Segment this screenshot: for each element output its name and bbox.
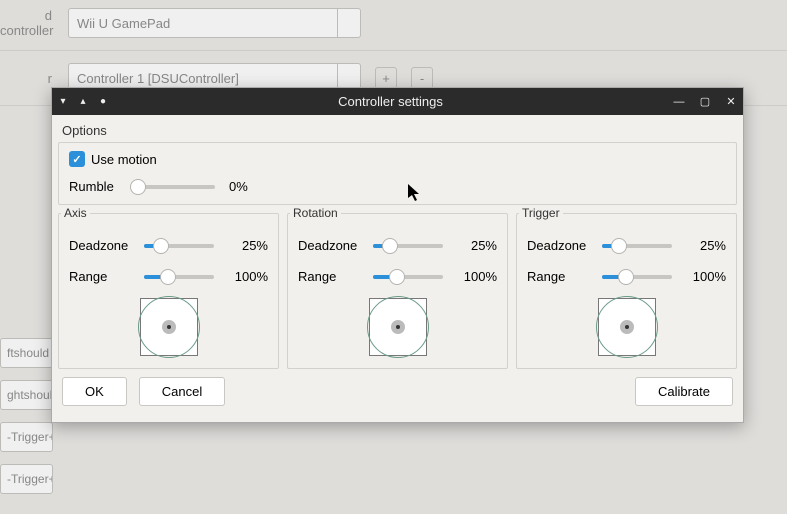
rotation-group: Rotation Deadzone 25% Range bbox=[287, 213, 508, 369]
controller-settings-dialog: ▾ ▴ ● Controller settings — ▢ ✕ Options … bbox=[51, 87, 744, 423]
options-title: Options bbox=[62, 123, 737, 138]
range-value: 100% bbox=[686, 269, 726, 284]
axis-range-slider[interactable] bbox=[144, 275, 214, 279]
rotation-range-slider[interactable] bbox=[373, 275, 443, 279]
chevron-down-icon bbox=[337, 8, 361, 38]
range-label: Range bbox=[527, 269, 587, 284]
calibrate-button[interactable]: Calibrate bbox=[635, 377, 733, 406]
range-label: Range bbox=[69, 269, 129, 284]
trigger-group: Trigger Deadzone 25% Range bbox=[516, 213, 737, 369]
deadzone-value: 25% bbox=[686, 238, 726, 253]
axis-title: Axis bbox=[61, 206, 90, 220]
deadzone-label: Deadzone bbox=[527, 238, 587, 253]
binding-button[interactable]: ftshould bbox=[0, 338, 53, 368]
deadzone-value: 25% bbox=[457, 238, 497, 253]
add-button[interactable]: + bbox=[375, 67, 397, 89]
range-label: Range bbox=[298, 269, 358, 284]
minimize-icon[interactable]: — bbox=[673, 96, 685, 108]
close-icon[interactable]: ✕ bbox=[725, 95, 737, 108]
binding-button[interactable]: -Trigger+ bbox=[0, 422, 53, 452]
trigger-visualizer bbox=[598, 298, 656, 356]
trigger-range-slider[interactable] bbox=[602, 275, 672, 279]
use-motion-checkbox[interactable]: ✓ bbox=[69, 151, 85, 167]
trigger-title: Trigger bbox=[519, 206, 563, 220]
binding-button[interactable]: ghtshoul bbox=[0, 380, 53, 410]
controller-label: r bbox=[0, 71, 58, 86]
deadzone-label: Deadzone bbox=[298, 238, 358, 253]
parent-window-buttons-partial: ftshould ghtshoul -Trigger+ -Trigger+ bbox=[0, 338, 53, 500]
menu-down-icon[interactable]: ▾ bbox=[58, 96, 68, 107]
window-title: Controller settings bbox=[108, 94, 673, 109]
titlebar[interactable]: ▾ ▴ ● Controller settings — ▢ ✕ bbox=[52, 88, 743, 115]
rumble-value: 0% bbox=[229, 179, 248, 194]
rumble-label: Rumble bbox=[69, 179, 117, 194]
options-group: ✓ Use motion Rumble 0% bbox=[58, 142, 737, 205]
menu-up-icon[interactable]: ▴ bbox=[78, 96, 88, 107]
axis-group: Axis Deadzone 25% Range bbox=[58, 213, 279, 369]
cancel-button[interactable]: Cancel bbox=[139, 377, 225, 406]
remove-button[interactable]: - bbox=[411, 67, 433, 89]
range-value: 100% bbox=[457, 269, 497, 284]
rotation-title: Rotation bbox=[290, 206, 341, 220]
ok-button[interactable]: OK bbox=[62, 377, 127, 406]
trigger-deadzone-slider[interactable] bbox=[602, 244, 672, 248]
menu-dot-icon[interactable]: ● bbox=[98, 96, 108, 107]
rumble-slider[interactable] bbox=[131, 185, 215, 189]
emulated-controller-label: d controller bbox=[0, 8, 58, 38]
maximize-icon[interactable]: ▢ bbox=[699, 95, 711, 108]
use-motion-label: Use motion bbox=[91, 152, 157, 167]
binding-button[interactable]: -Trigger+ bbox=[0, 464, 53, 494]
axis-deadzone-slider[interactable] bbox=[144, 244, 214, 248]
range-value: 100% bbox=[228, 269, 268, 284]
axis-visualizer bbox=[140, 298, 198, 356]
deadzone-label: Deadzone bbox=[69, 238, 129, 253]
deadzone-value: 25% bbox=[228, 238, 268, 253]
rotation-deadzone-slider[interactable] bbox=[373, 244, 443, 248]
emulated-controller-combo[interactable]: Wii U GamePad bbox=[68, 8, 361, 38]
rotation-visualizer bbox=[369, 298, 427, 356]
